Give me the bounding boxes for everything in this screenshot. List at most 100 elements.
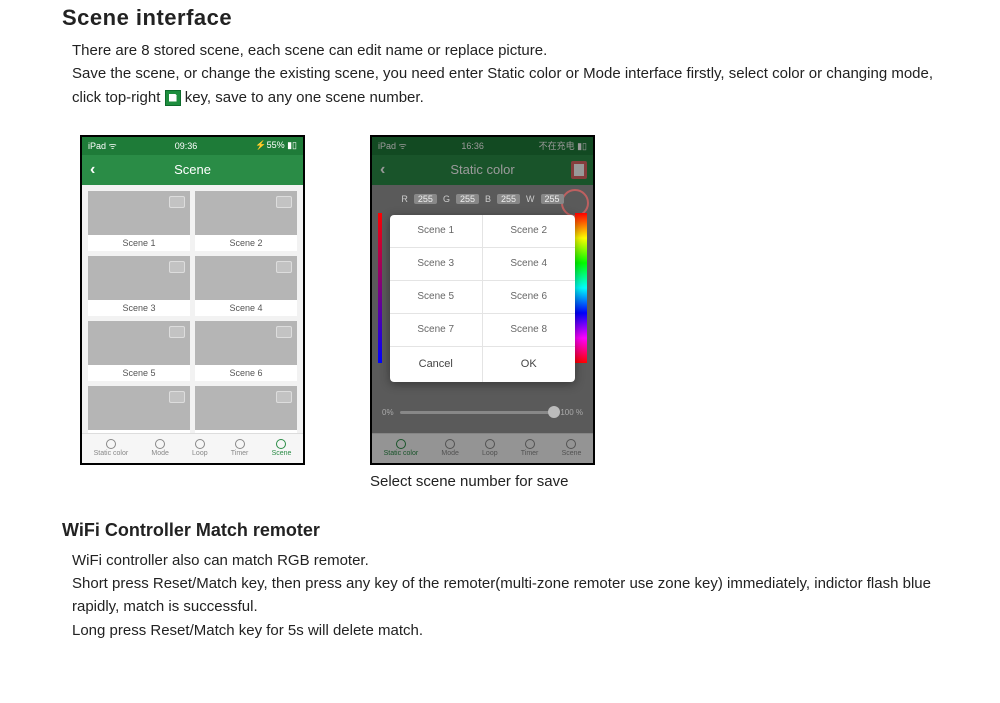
scene-label: Scene 5 xyxy=(88,365,190,381)
cancel-button[interactable]: Cancel xyxy=(390,347,483,382)
scene-item[interactable]: Scene 3 xyxy=(88,256,190,316)
popup-scene-option[interactable]: Scene 2 xyxy=(483,215,576,248)
tab-mode[interactable]: Mode xyxy=(151,439,169,457)
scene-item[interactable]: Scene 1 xyxy=(88,191,190,251)
tab-label: Loop xyxy=(192,450,208,457)
hue-strip-left xyxy=(378,213,382,363)
scene-thumbnail xyxy=(195,256,297,300)
popup-scene-option[interactable]: Scene 5 xyxy=(390,281,483,314)
slider-thumb[interactable] xyxy=(548,406,560,418)
status-battery: ⚡55% ▮▯ xyxy=(255,140,297,151)
title-bar: ‹ Scene xyxy=(82,155,303,185)
rgb-value-r: 255 xyxy=(414,194,437,204)
tab-static-color[interactable]: Static color xyxy=(94,439,129,457)
status-device: iPad ᯤ xyxy=(378,139,407,152)
tab-loop[interactable]: Loop xyxy=(192,439,208,457)
tab-timer[interactable]: Timer xyxy=(231,439,249,457)
screen-title: Static color xyxy=(450,162,514,177)
popup-scene-option[interactable]: Scene 7 xyxy=(390,314,483,347)
tab-label: Static color xyxy=(94,450,129,457)
mode-icon xyxy=(155,439,165,449)
paragraph: Long press Reset/Match key for 5s will d… xyxy=(72,619,980,642)
tab-label: Static color xyxy=(384,450,419,457)
slider-min-label: 0% xyxy=(382,408,394,417)
scene-label: Scene 6 xyxy=(195,365,297,381)
paragraph: Short press Reset/Match key, then press … xyxy=(72,572,980,619)
save-key-icon xyxy=(165,90,181,106)
status-device: iPad ᯤ xyxy=(88,139,117,152)
tab-label: Scene xyxy=(562,450,582,457)
popup-scene-option[interactable]: Scene 6 xyxy=(483,281,576,314)
scene-label: Scene 2 xyxy=(195,235,297,251)
tab-label: Mode xyxy=(441,450,459,457)
scene-item[interactable]: Scene 2 xyxy=(195,191,297,251)
rgb-values-row: R255 G255 B255 W255 xyxy=(372,191,593,207)
paragraph: click top-right key, save to any one sce… xyxy=(72,86,980,109)
hue-strip-right xyxy=(575,213,587,363)
rgb-label: W xyxy=(526,194,535,204)
scene-item[interactable]: Scene 4 xyxy=(195,256,297,316)
loop-icon xyxy=(485,439,495,449)
timer-icon xyxy=(525,439,535,449)
status-bar: iPad ᯤ 09:36 ⚡55% ▮▯ xyxy=(82,137,303,155)
scene-item[interactable]: Scene 5 xyxy=(88,321,190,381)
paragraph: WiFi controller also can match RGB remot… xyxy=(72,549,980,572)
status-time: 16:36 xyxy=(461,141,484,151)
mode-icon xyxy=(445,439,455,449)
scene-thumbnail xyxy=(88,386,190,430)
scene-thumbnail xyxy=(195,191,297,235)
rgb-label: R xyxy=(401,194,408,204)
scene-item[interactable]: Scene 7 xyxy=(88,386,190,433)
title-bar: ‹ Static color xyxy=(372,155,593,185)
slider-max-label: 100 % xyxy=(560,408,583,417)
paragraph: Save the scene, or change the existing s… xyxy=(72,62,980,85)
screenshot-scene-list: iPad ᯤ 09:36 ⚡55% ▮▯ ‹ Scene Scene 1 Sce… xyxy=(80,135,305,465)
tab-timer[interactable]: Timer xyxy=(521,439,539,457)
save-icon[interactable] xyxy=(571,161,587,179)
tab-mode[interactable]: Mode xyxy=(441,439,459,457)
palette-icon xyxy=(106,439,116,449)
scene-select-popup: Scene 1 Scene 2 Scene 3 Scene 4 Scene 5 … xyxy=(390,215,575,382)
back-icon[interactable]: ‹ xyxy=(380,161,385,179)
ok-button[interactable]: OK xyxy=(483,347,576,382)
back-icon[interactable]: ‹ xyxy=(90,161,95,179)
screenshot-save-popup: iPad ᯤ 16:36 不在充电 ▮▯ ‹ Static color R 255… xyxy=(370,135,595,465)
heading-scene-interface: Scene interface xyxy=(62,5,1000,31)
tab-label: Timer xyxy=(521,450,539,457)
popup-scene-option[interactable]: Scene 3 xyxy=(390,248,483,281)
scene-thumbnail xyxy=(195,321,297,365)
palette-icon xyxy=(396,439,406,449)
rgb-label: G xyxy=(443,194,450,204)
tab-label: Mode xyxy=(151,450,169,457)
tab-bar: Static color Mode Loop Timer Scene xyxy=(82,433,303,463)
loop-icon xyxy=(195,439,205,449)
scene-thumbnail xyxy=(88,191,190,235)
scene-label: Scene 1 xyxy=(88,235,190,251)
tab-scene[interactable]: Scene xyxy=(562,439,582,457)
popup-scene-option[interactable]: Scene 8 xyxy=(483,314,576,347)
rgb-value-b: 255 xyxy=(497,194,520,204)
rgb-label: B xyxy=(485,194,491,204)
heading-wifi-match: WiFi Controller Match remoter xyxy=(62,520,1000,541)
tab-loop[interactable]: Loop xyxy=(482,439,498,457)
rgb-value-g: 255 xyxy=(456,194,479,204)
popup-scene-option[interactable]: Scene 1 xyxy=(390,215,483,248)
status-time: 09:36 xyxy=(175,141,198,151)
screenshot-caption: Select scene number for save xyxy=(370,473,1000,490)
tab-static-color[interactable]: Static color xyxy=(384,439,419,457)
scene-icon xyxy=(276,439,286,449)
tab-label: Timer xyxy=(231,450,249,457)
status-battery: 不在充电 ▮▯ xyxy=(539,139,587,152)
tab-scene[interactable]: Scene xyxy=(272,439,292,457)
screen-title: Scene xyxy=(174,162,211,177)
scene-thumbnail xyxy=(195,386,297,430)
scene-item[interactable]: Scene 8 xyxy=(195,386,297,433)
popup-scene-option[interactable]: Scene 4 xyxy=(483,248,576,281)
tab-bar: Static color Mode Loop Timer Scene xyxy=(372,433,593,463)
paragraph: There are 8 stored scene, each scene can… xyxy=(72,39,980,62)
scene-thumbnail xyxy=(88,256,190,300)
scene-label: Scene 3 xyxy=(88,300,190,316)
scene-grid: Scene 1 Scene 2 Scene 3 Scene 4 Scene 5 … xyxy=(82,185,303,433)
scene-item[interactable]: Scene 6 xyxy=(195,321,297,381)
slider-track[interactable] xyxy=(400,411,555,414)
